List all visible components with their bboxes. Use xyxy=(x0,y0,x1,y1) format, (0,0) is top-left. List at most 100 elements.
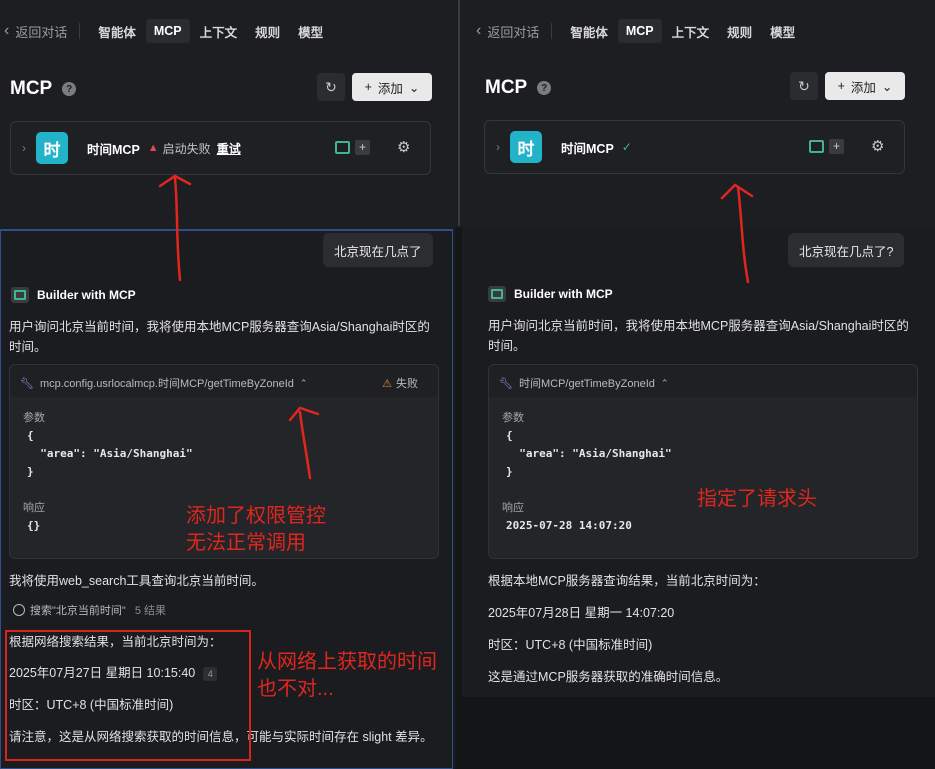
tab-context[interactable]: 上下文 xyxy=(192,17,246,46)
add-tool-icon[interactable]: + xyxy=(829,139,844,154)
chevron-left-icon: ‹ xyxy=(4,22,10,39)
wrench-icon: 🔧︎ xyxy=(20,377,34,390)
user-message: 北京现在几点了 xyxy=(323,233,433,267)
nav-divider xyxy=(551,23,553,39)
bot-intro: 用户询问北京当前时间，我将使用本地MCP服务器查询Asia/Shanghai时区… xyxy=(9,320,430,354)
chevron-down-icon: ⌄ xyxy=(881,79,893,94)
mcp-server-card[interactable]: › 时 时间MCP ✓ + ⚙ xyxy=(484,120,905,174)
response-label: 响应 xyxy=(502,502,524,514)
settings-nav: ‹ 返回对话 智能体 MCP 上下文 规则 模型 xyxy=(472,0,935,62)
search-result-summary[interactable]: 搜索"北京当前时间" 5 结果 xyxy=(13,602,166,618)
chevron-right-icon[interactable]: › xyxy=(22,141,26,155)
back-label: 返回对话 xyxy=(15,24,68,40)
mcp-server-card[interactable]: › 时 时间MCP ▲ 启动失败 重试 + ⚙ xyxy=(10,121,431,175)
server-avatar: 时 xyxy=(36,132,68,164)
tool-call-body: 参数 { "area": "Asia/Shanghai" } 响应 2025-0… xyxy=(489,397,917,558)
refresh-button[interactable]: ↻ xyxy=(790,72,818,100)
annotation-headers: 指定了请求头 xyxy=(697,488,817,510)
plus-icon: + xyxy=(364,80,372,94)
success-check-icon: ✓ xyxy=(621,140,632,154)
add-mcp-button[interactable]: + 添加 ⌄ xyxy=(352,73,432,101)
tool-call-block: 🔧︎ 时间MCP/getTimeByZoneId ⌃ 参数 { "area": … xyxy=(488,364,918,559)
search-text: 搜索"北京当前时间" xyxy=(30,605,126,617)
tab-models[interactable]: 模型 xyxy=(762,17,803,46)
retry-link[interactable]: 重试 xyxy=(217,140,241,157)
result-zone: 时区：UTC+8 (中国标准时间) xyxy=(488,638,653,652)
bot-name: Builder with MCP xyxy=(514,287,613,301)
nav-divider xyxy=(79,23,81,39)
tab-mcp[interactable]: MCP xyxy=(617,19,662,43)
bot-name: Builder with MCP xyxy=(37,288,136,302)
add-mcp-button[interactable]: + 添加 ⌄ xyxy=(825,72,905,100)
globe-icon xyxy=(13,604,25,616)
tab-mcp[interactable]: MCP xyxy=(145,19,190,43)
tool-status: ⚠ 失败 xyxy=(382,375,418,391)
tool-status-text: 失败 xyxy=(396,378,418,390)
tab-rules[interactable]: 规则 xyxy=(719,17,760,46)
help-icon[interactable]: ? xyxy=(62,82,77,96)
server-avatar: 时 xyxy=(510,131,542,163)
chevron-down-icon: ⌄ xyxy=(408,80,420,95)
warning-icon: ▲ xyxy=(147,142,159,154)
bot-header: Builder with MCP xyxy=(11,287,136,303)
annotation-wrong-time: 从网络上获取的时间 也不对... xyxy=(257,651,437,700)
params-label: 参数 xyxy=(502,412,524,424)
chevron-right-icon[interactable]: › xyxy=(496,140,500,154)
back-to-chat-button[interactable]: ‹ 返回对话 xyxy=(472,22,551,41)
server-name: 时间MCP xyxy=(561,141,614,156)
response-label: 响应 xyxy=(23,502,45,514)
back-to-chat-button[interactable]: ‹ 返回对话 xyxy=(0,22,79,41)
left-mcp-settings-panel: ‹ 返回对话 智能体 MCP 上下文 规则 模型 MCP ? ↻ + 添加 ⌄ … xyxy=(0,0,456,228)
tools-icon[interactable] xyxy=(335,141,350,154)
params-code: { "area": "Asia/Shanghai" } xyxy=(506,429,672,478)
server-status: ▲ 启动失败 xyxy=(148,140,211,157)
right-chat-panel: 北京现在几点了? Builder with MCP 用户询问北京当前时间，我将使… xyxy=(462,226,935,696)
tool-call-header[interactable]: 🔧︎ mcp.config.usrlocalmcp.时间MCP/getTimeB… xyxy=(20,375,428,391)
add-label: 添加 xyxy=(850,80,876,95)
tool-path: 时间MCP/getTimeByZoneId xyxy=(518,378,655,390)
tab-models[interactable]: 模型 xyxy=(290,17,331,46)
response-code: {} xyxy=(27,519,41,532)
server-name: 时间MCP xyxy=(87,142,140,157)
add-label: 添加 xyxy=(377,81,403,96)
bot-logo-icon xyxy=(488,286,506,302)
wrench-icon: 🔧︎ xyxy=(499,377,513,390)
refresh-button[interactable]: ↻ xyxy=(317,73,345,101)
tab-rules[interactable]: 规则 xyxy=(247,17,288,46)
tab-agents[interactable]: 智能体 xyxy=(562,17,616,46)
chevron-left-icon: ‹ xyxy=(476,22,482,39)
chevron-up-icon[interactable]: ⌃ xyxy=(661,378,669,389)
result-time: 2025年07月28日 星期一 14:07:20 xyxy=(488,606,675,620)
annotation-permission: 添加了权限管控 无法正常调用 xyxy=(186,505,326,554)
user-message: 北京现在几点了? xyxy=(788,233,905,267)
tool-call-header[interactable]: 🔧︎ 时间MCP/getTimeByZoneId ⌃ xyxy=(499,375,907,391)
right-bottom-empty xyxy=(458,697,935,769)
search-count: 5 结果 xyxy=(134,605,166,617)
params-label: 参数 xyxy=(23,412,45,424)
page-title: MCP ? xyxy=(10,78,77,100)
right-mcp-settings-panel: ‹ 返回对话 智能体 MCP 上下文 规则 模型 MCP ? ↻ + 添加 ⌄ … xyxy=(458,0,935,226)
chevron-up-icon[interactable]: ⌃ xyxy=(300,378,308,389)
settings-nav: ‹ 返回对话 智能体 MCP 上下文 规则 模型 xyxy=(0,0,456,62)
result-closing: 这是通过MCP服务器获取的准确时间信息。 xyxy=(488,670,729,684)
bot-intro: 用户询问北京当前时间，我将使用本地MCP服务器查询Asia/Shanghai时区… xyxy=(488,319,909,353)
plus-icon: + xyxy=(837,79,845,93)
page-title: MCP ? xyxy=(485,77,552,99)
annotation-highlight-box xyxy=(5,630,251,761)
bot-followup: 我将使用web_search工具查询北京当前时间。 xyxy=(9,574,264,588)
tab-agents[interactable]: 智能体 xyxy=(90,17,144,46)
add-tool-icon[interactable]: + xyxy=(355,140,370,155)
tools-icon[interactable] xyxy=(809,140,824,153)
response-code: 2025-07-28 14:07:20 xyxy=(506,519,632,532)
status-text: 启动失败 xyxy=(162,141,211,156)
panel-gap xyxy=(455,228,462,769)
tool-path: mcp.config.usrlocalmcp.时间MCP/getTimeByZo… xyxy=(39,378,294,390)
refresh-icon: ↻ xyxy=(325,78,337,95)
back-label: 返回对话 xyxy=(487,24,540,40)
params-code: { "area": "Asia/Shanghai" } xyxy=(27,429,193,478)
tab-context[interactable]: 上下文 xyxy=(664,17,718,46)
gear-icon[interactable]: ⚙ xyxy=(397,138,410,156)
help-icon[interactable]: ? xyxy=(537,81,552,95)
warning-icon: ⚠ xyxy=(382,377,392,390)
gear-icon[interactable]: ⚙ xyxy=(871,137,884,155)
